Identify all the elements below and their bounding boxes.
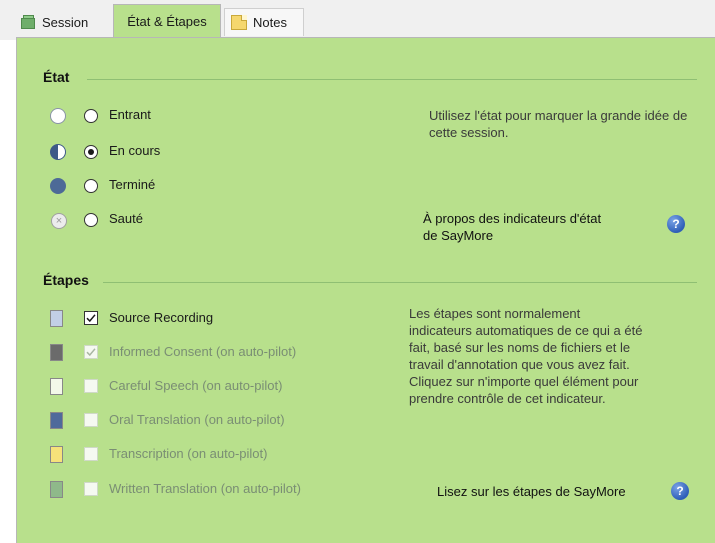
tab-session-label: Session <box>42 14 89 30</box>
checkbox-oral-translation-label[interactable]: Oral Translation (on auto-pilot) <box>109 412 285 427</box>
checkbox-careful-speech-label[interactable]: Careful Speech (on auto-pilot) <box>109 378 282 393</box>
half-circle-icon <box>50 144 66 160</box>
etat-help-text: Utilisez l'état pour marquer la grande i… <box>429 108 688 140</box>
stage-color-source-recording <box>50 310 63 327</box>
etat-about-link-line2[interactable]: de SayMore <box>423 227 601 244</box>
etat-about-link-line1[interactable]: À propos des indicateurs d'état <box>423 210 601 227</box>
stage-color-informed-consent <box>50 344 63 361</box>
empty-circle-icon <box>50 108 66 124</box>
radio-entrant-label[interactable]: Entrant <box>109 107 151 122</box>
stage-color-transcription <box>50 446 63 463</box>
radio-entrant[interactable] <box>84 109 98 123</box>
stage-color-oral-translation <box>50 412 63 429</box>
help-question-icon[interactable]: ? <box>671 482 689 500</box>
etapes-read-link[interactable]: Lisez sur les étapes de SayMore <box>437 483 626 500</box>
etapes-help-line: travail d'annotation que vous avez fait. <box>409 357 630 372</box>
etat-etapes-panel: État Entrant En cours Terminé × Sauté Ut… <box>16 37 715 543</box>
help-question-icon[interactable]: ? <box>667 215 685 233</box>
radio-termine[interactable] <box>84 179 98 193</box>
checkbox-careful-speech[interactable] <box>84 379 98 393</box>
tab-bar: Session État & Étapes Notes <box>0 0 715 40</box>
etapes-help-line: Les étapes sont normalement <box>409 306 581 321</box>
etapes-help-line: prendre contrôle de cet indicateur. <box>409 391 606 406</box>
tab-etat-etapes-label: État & Étapes <box>127 13 207 29</box>
notes-icon <box>231 15 247 30</box>
checkbox-transcription[interactable] <box>84 447 98 461</box>
radio-en-cours[interactable] <box>84 145 98 159</box>
checkbox-transcription-label[interactable]: Transcription (on auto-pilot) <box>109 446 267 461</box>
etapes-help-line: Cliquez sur n'importe quel élément pour <box>409 374 639 389</box>
etapes-divider <box>103 282 697 283</box>
tab-notes-label: Notes <box>253 15 287 30</box>
session-icon <box>20 15 36 29</box>
checkbox-informed-consent-label[interactable]: Informed Consent (on auto-pilot) <box>109 344 296 359</box>
etat-section-title: État <box>43 69 70 85</box>
tab-notes[interactable]: Notes <box>224 8 304 36</box>
etapes-help-line: fait, basé sur les noms de fichiers et l… <box>409 340 631 355</box>
stage-color-careful-speech <box>50 378 63 395</box>
etapes-help-text: Les étapes sont normalement indicateurs … <box>409 305 709 407</box>
checkbox-written-translation[interactable] <box>84 482 98 496</box>
radio-saute-label[interactable]: Sauté <box>109 211 143 226</box>
radio-saute[interactable] <box>84 213 98 227</box>
etat-divider <box>87 79 697 80</box>
tab-etat-etapes[interactable]: État & Étapes <box>113 4 221 37</box>
stage-color-written-translation <box>50 481 63 498</box>
checkbox-oral-translation[interactable] <box>84 413 98 427</box>
tab-session[interactable]: Session <box>14 8 106 36</box>
radio-termine-label[interactable]: Terminé <box>109 177 155 192</box>
etapes-section-title: Étapes <box>43 272 89 288</box>
etat-about-link[interactable]: À propos des indicateurs d'état de SayMo… <box>423 210 601 244</box>
etapes-help-line: indicateurs automatiques de ce qui a été <box>409 323 643 338</box>
checkbox-informed-consent[interactable] <box>84 345 98 359</box>
radio-en-cours-label[interactable]: En cours <box>109 143 160 158</box>
full-circle-icon <box>50 178 66 194</box>
checkbox-source-recording[interactable] <box>84 311 98 325</box>
checkbox-written-translation-label[interactable]: Written Translation (on auto-pilot) <box>109 481 301 496</box>
skipped-icon: × <box>51 213 67 229</box>
checkbox-source-recording-label[interactable]: Source Recording <box>109 310 213 325</box>
